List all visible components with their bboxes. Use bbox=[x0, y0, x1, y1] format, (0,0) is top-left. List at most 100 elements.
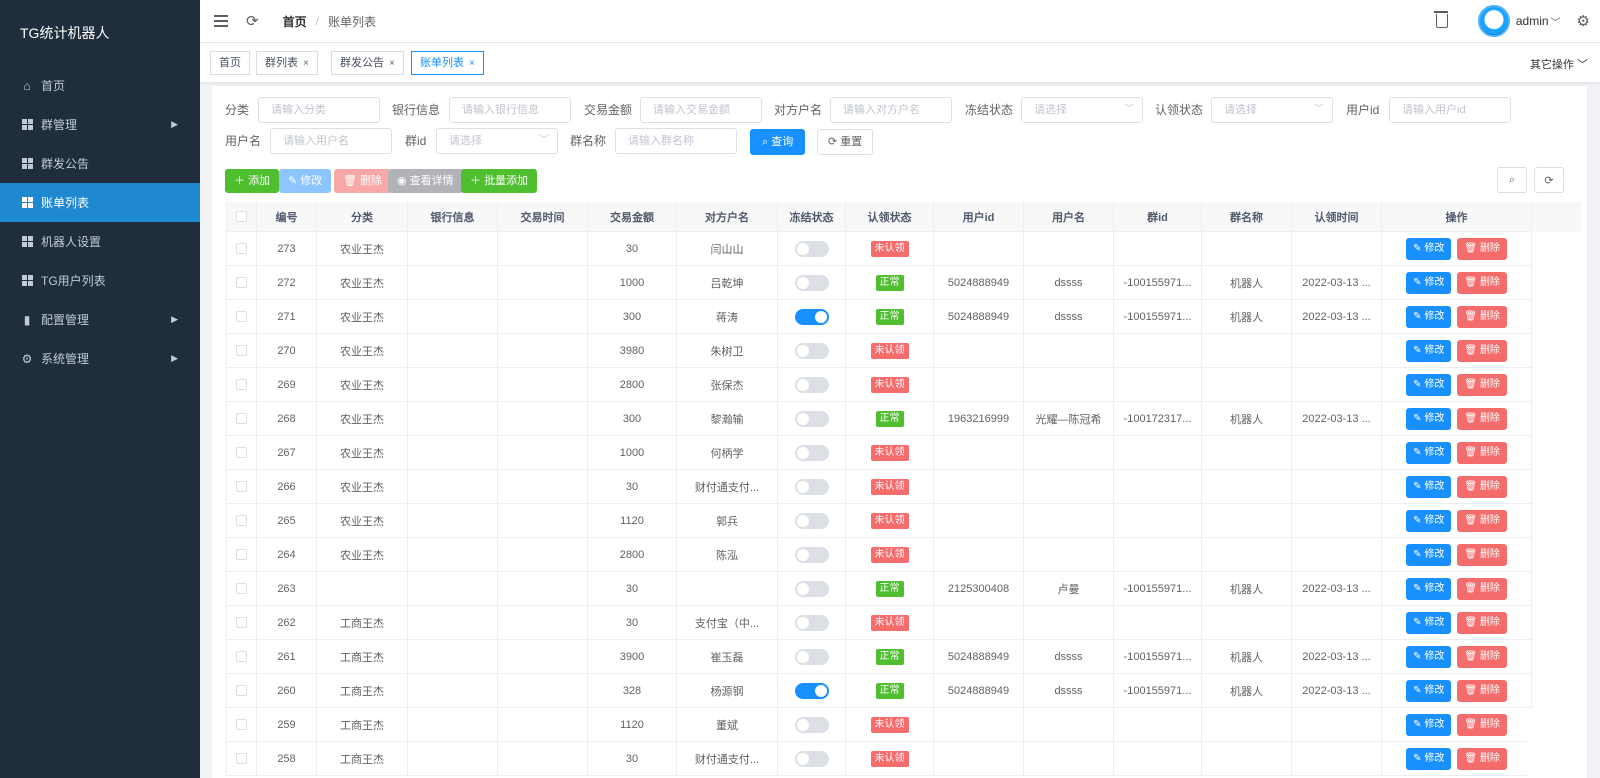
row-checkbox[interactable] bbox=[227, 640, 257, 674]
row-edit-button[interactable]: ✎ 修改 bbox=[1406, 747, 1452, 770]
avatar[interactable] bbox=[1477, 5, 1510, 37]
row-checkbox[interactable] bbox=[227, 708, 257, 742]
row-edit-button[interactable]: ✎ 修改 bbox=[1406, 713, 1452, 736]
sidebar-item-3[interactable]: 账单列表 bbox=[0, 183, 200, 222]
freeze-toggle[interactable] bbox=[794, 614, 829, 631]
sidebar-item-0[interactable]: ⌂ 首页 bbox=[0, 66, 200, 105]
row-edit-button[interactable]: ✎ 修改 bbox=[1406, 645, 1452, 668]
row-edit-button[interactable]: ✎ 修改 bbox=[1406, 543, 1452, 566]
row-edit-button[interactable]: ✎ 修改 bbox=[1406, 475, 1452, 498]
row-delete-button[interactable]: 🗑 删除 bbox=[1457, 373, 1507, 396]
row-edit-button[interactable]: ✎ 修改 bbox=[1406, 373, 1452, 396]
freeze-toggle[interactable] bbox=[794, 750, 829, 767]
view-detail-button[interactable]: ◉ 查看详情 bbox=[388, 169, 463, 193]
row-checkbox[interactable] bbox=[227, 436, 257, 470]
category-input[interactable]: 请输入分类 bbox=[258, 97, 380, 123]
other-ops-dropdown[interactable]: 其它操作 ﹀ bbox=[1530, 56, 1588, 72]
row-checkbox[interactable] bbox=[227, 368, 257, 402]
groupid-select[interactable]: 请选择 ﹀ bbox=[436, 128, 558, 154]
row-checkbox[interactable] bbox=[227, 742, 257, 776]
row-edit-button[interactable]: ✎ 修改 bbox=[1406, 611, 1452, 634]
freeze-toggle[interactable] bbox=[794, 376, 829, 393]
hamburger-icon[interactable] bbox=[214, 15, 228, 27]
row-delete-button[interactable]: 🗑 删除 bbox=[1457, 475, 1507, 498]
row-delete-button[interactable]: 🗑 删除 bbox=[1457, 679, 1507, 702]
row-checkbox[interactable] bbox=[227, 538, 257, 572]
row-edit-button[interactable]: ✎ 修改 bbox=[1406, 679, 1452, 702]
close-icon[interactable]: × bbox=[389, 58, 395, 69]
row-delete-button[interactable]: 🗑 删除 bbox=[1457, 645, 1507, 668]
search-button[interactable]: ⌕ 查询 bbox=[750, 129, 806, 155]
row-edit-button[interactable]: ✎ 修改 bbox=[1406, 339, 1452, 362]
refresh-table-button[interactable]: ⟳ bbox=[1534, 167, 1564, 193]
sidebar-item-5[interactable]: TG用户列表 bbox=[0, 261, 200, 300]
add-button[interactable]: ＋ 添加 bbox=[225, 169, 280, 193]
claim-select[interactable]: 请选择 ﹀ bbox=[1211, 97, 1333, 123]
row-checkbox[interactable] bbox=[227, 402, 257, 436]
row-delete-button[interactable]: 🗑 删除 bbox=[1457, 271, 1507, 294]
row-checkbox[interactable] bbox=[227, 232, 257, 266]
row-checkbox[interactable] bbox=[227, 606, 257, 640]
row-delete-button[interactable]: 🗑 删除 bbox=[1457, 543, 1507, 566]
row-edit-button[interactable]: ✎ 修改 bbox=[1406, 441, 1452, 464]
tag-2[interactable]: 群发公告 × bbox=[331, 51, 404, 75]
freeze-toggle[interactable] bbox=[794, 512, 829, 529]
delete-button[interactable]: 🗑 删除 bbox=[334, 169, 392, 193]
row-checkbox[interactable] bbox=[227, 334, 257, 368]
select-all-checkbox[interactable] bbox=[227, 202, 257, 232]
close-icon[interactable]: × bbox=[469, 58, 475, 69]
chevron-down-icon[interactable]: ﹀ bbox=[1551, 14, 1561, 29]
row-edit-button[interactable]: ✎ 修改 bbox=[1406, 271, 1452, 294]
row-delete-button[interactable]: 🗑 删除 bbox=[1457, 611, 1507, 634]
row-checkbox[interactable] bbox=[227, 504, 257, 538]
freeze-toggle[interactable] bbox=[794, 478, 829, 495]
freeze-toggle[interactable] bbox=[794, 648, 829, 665]
toggle-search-button[interactable]: ⌕ bbox=[1497, 167, 1527, 193]
freeze-toggle[interactable] bbox=[794, 580, 829, 597]
refresh-icon[interactable]: ⟳ bbox=[246, 12, 259, 30]
row-edit-button[interactable]: ✎ 修改 bbox=[1406, 305, 1452, 328]
row-edit-button[interactable]: ✎ 修改 bbox=[1406, 407, 1452, 430]
row-delete-button[interactable]: 🗑 删除 bbox=[1457, 339, 1507, 362]
sidebar-item-6[interactable]: ▮ 配置管理 ▶ bbox=[0, 300, 200, 339]
row-delete-button[interactable]: 🗑 删除 bbox=[1457, 713, 1507, 736]
close-icon[interactable]: × bbox=[303, 58, 309, 69]
sidebar-item-4[interactable]: 机器人设置 bbox=[0, 222, 200, 261]
groupname-input[interactable]: 请输入群名称 bbox=[615, 128, 737, 154]
freeze-toggle[interactable] bbox=[794, 342, 829, 359]
freeze-toggle[interactable] bbox=[794, 410, 829, 427]
sidebar-item-1[interactable]: 群管理 ▶ bbox=[0, 105, 200, 144]
username[interactable]: admin bbox=[1516, 14, 1549, 28]
freeze-toggle[interactable] bbox=[794, 546, 829, 563]
row-delete-button[interactable]: 🗑 删除 bbox=[1457, 237, 1507, 260]
row-checkbox[interactable] bbox=[227, 266, 257, 300]
row-delete-button[interactable]: 🗑 删除 bbox=[1457, 747, 1507, 770]
row-checkbox[interactable] bbox=[227, 470, 257, 504]
row-checkbox[interactable] bbox=[227, 674, 257, 708]
row-delete-button[interactable]: 🗑 删除 bbox=[1457, 441, 1507, 464]
freeze-toggle[interactable] bbox=[794, 240, 829, 257]
tag-3[interactable]: 账单列表 × bbox=[411, 51, 484, 75]
freeze-toggle[interactable] bbox=[794, 682, 829, 699]
row-checkbox[interactable] bbox=[227, 572, 257, 606]
trash-icon[interactable] bbox=[1433, 11, 1448, 28]
edit-button[interactable]: ✎ 修改 bbox=[279, 169, 332, 193]
row-delete-button[interactable]: 🗑 删除 bbox=[1457, 407, 1507, 430]
gear-icon[interactable]: ⚙ bbox=[1577, 12, 1590, 30]
freeze-toggle[interactable] bbox=[794, 308, 829, 325]
row-delete-button[interactable]: 🗑 删除 bbox=[1457, 509, 1507, 532]
bank-input[interactable]: 请输入银行信息 bbox=[449, 97, 571, 123]
breadcrumb-home[interactable]: 首页 bbox=[283, 13, 307, 30]
row-checkbox[interactable] bbox=[227, 300, 257, 334]
username-input[interactable]: 请输入用户名 bbox=[270, 128, 392, 154]
tag-0[interactable]: 首页 bbox=[210, 51, 250, 75]
tag-1[interactable]: 群列表 × bbox=[256, 51, 318, 75]
freeze-toggle[interactable] bbox=[794, 444, 829, 461]
row-edit-button[interactable]: ✎ 修改 bbox=[1406, 237, 1452, 260]
userid-input[interactable]: 请输入用户id bbox=[1389, 97, 1511, 123]
row-delete-button[interactable]: 🗑 删除 bbox=[1457, 305, 1507, 328]
batch-add-button[interactable]: ＋ 批量添加 bbox=[461, 169, 538, 193]
freeze-toggle[interactable] bbox=[794, 274, 829, 291]
sidebar-item-2[interactable]: 群发公告 bbox=[0, 144, 200, 183]
amount-input[interactable]: 请输入交易金额 bbox=[640, 97, 762, 123]
